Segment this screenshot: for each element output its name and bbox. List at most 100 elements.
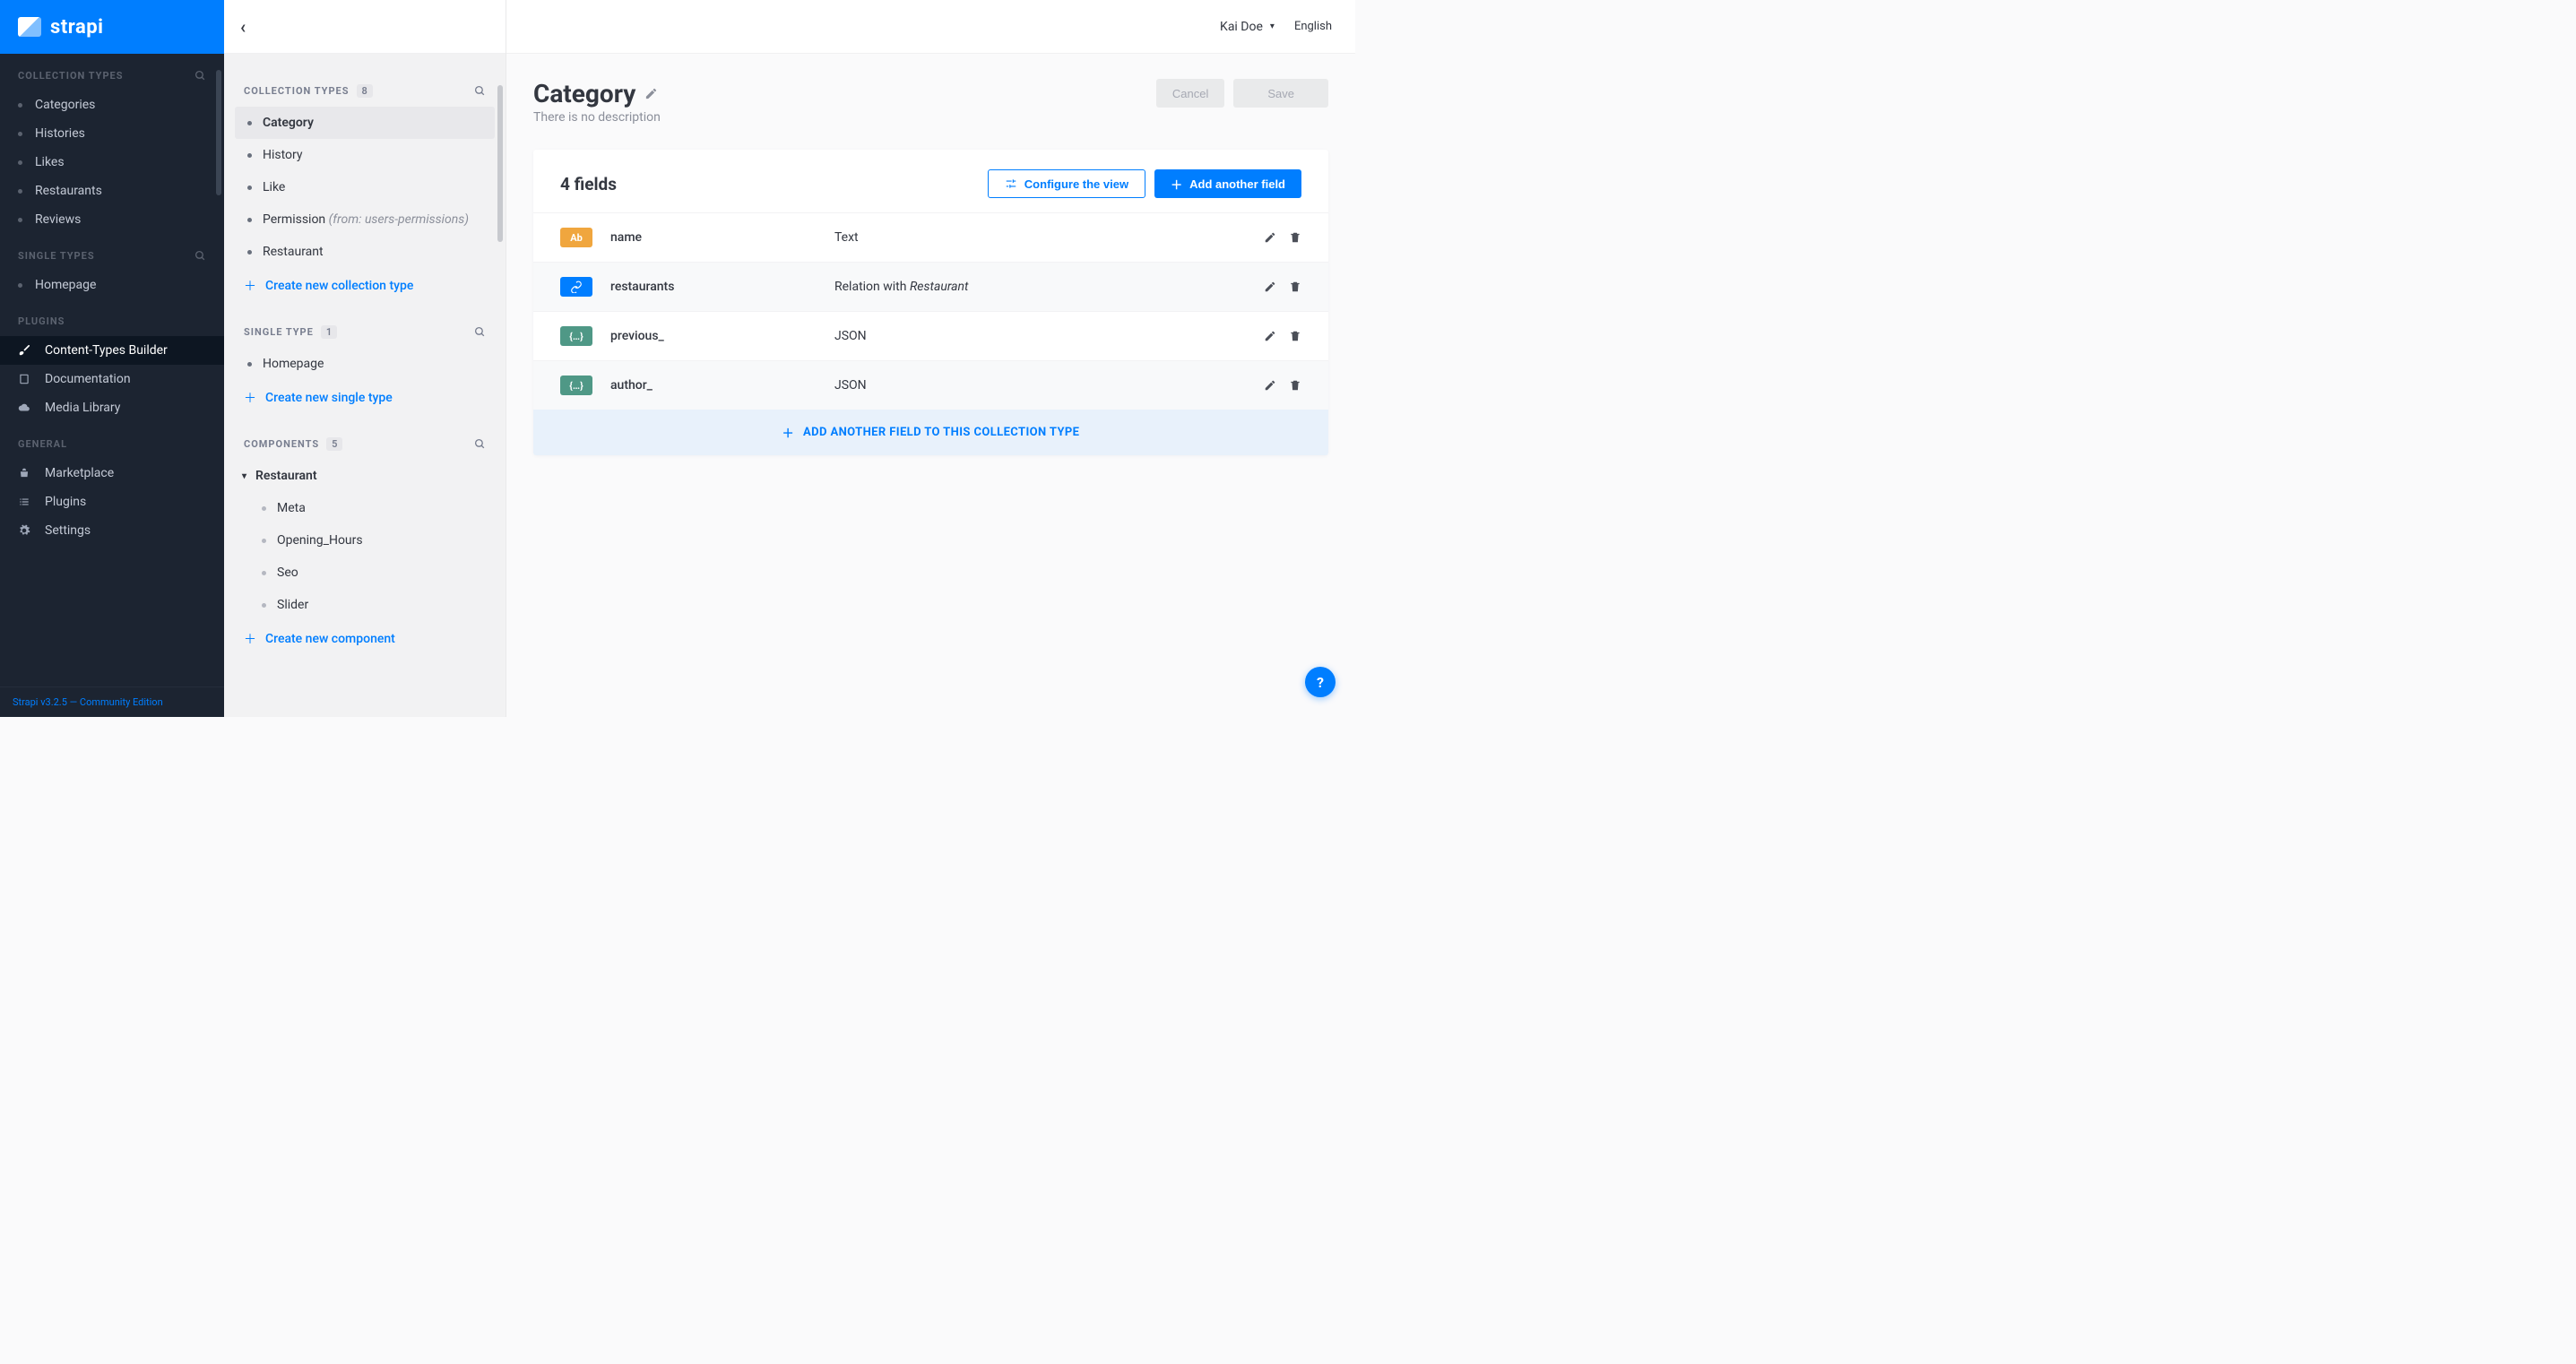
edit-field-icon[interactable] <box>1264 379 1276 392</box>
plus-icon: ＋ <box>1171 176 1182 193</box>
component-item-label: Opening_Hours <box>277 533 363 548</box>
type-item-restaurant[interactable]: Restaurant <box>235 236 495 268</box>
create-single-type-button[interactable]: ＋ Create new single type <box>235 380 495 416</box>
field-name: name <box>610 230 834 245</box>
cloud-icon <box>18 401 32 414</box>
delete-field-icon[interactable] <box>1289 281 1301 293</box>
delete-field-icon[interactable] <box>1289 379 1301 392</box>
collection-types-header: COLLECTION TYPES <box>0 54 224 91</box>
sidebar-item-label: Histories <box>35 126 85 141</box>
add-field-banner[interactable]: ＋ ADD ANOTHER FIELD TO THIS COLLECTION T… <box>533 410 1328 455</box>
sidebar-item-histories[interactable]: Histories <box>0 119 224 148</box>
general-header: GENERAL <box>0 422 224 459</box>
scrollbar[interactable] <box>497 85 503 242</box>
type-item-history[interactable]: History <box>235 139 495 171</box>
field-name: author_ <box>610 378 834 393</box>
group-count-badge: 8 <box>357 84 373 98</box>
sidebar-item-label: Settings <box>45 523 91 538</box>
field-name: restaurants <box>610 280 834 294</box>
component-item-meta[interactable]: Meta <box>235 492 495 524</box>
field-type-badge-relation <box>560 277 592 297</box>
strapi-logo-icon <box>18 17 41 37</box>
field-type: Relation with Restaurant <box>834 280 1264 294</box>
group-title: COLLECTION TYPES <box>244 85 350 97</box>
sliders-icon <box>1005 177 1017 190</box>
type-item-permission[interactable]: Permission (from: users-permissions) <box>235 203 495 236</box>
user-menu[interactable]: Kai Doe ▾ <box>1220 20 1275 34</box>
fields-card: 4 fields Configure the view ＋ Add anothe… <box>533 150 1328 455</box>
sidebar-item-likes[interactable]: Likes <box>0 148 224 177</box>
search-icon[interactable] <box>194 70 206 82</box>
logo-bar[interactable]: strapi <box>0 0 224 54</box>
type-item-from: (from: users-permissions) <box>329 212 469 227</box>
caret-down-icon: ▾ <box>1270 22 1275 31</box>
plus-icon: ＋ <box>244 277 256 295</box>
create-component-button[interactable]: ＋Create new component <box>235 621 495 657</box>
component-item-label: Slider <box>277 598 308 612</box>
sidebar-item-restaurants[interactable]: Restaurants <box>0 177 224 205</box>
sidebar-item-marketplace[interactable]: Marketplace <box>0 459 224 488</box>
field-row: {…} author_ JSON <box>533 360 1328 410</box>
sidebar-item-content-types-builder[interactable]: Content-Types Builder <box>0 336 224 365</box>
add-field-button[interactable]: ＋ Add another field <box>1154 169 1301 198</box>
sidebar-item-reviews[interactable]: Reviews <box>0 205 224 234</box>
component-item-slider[interactable]: Slider <box>235 589 495 621</box>
cancel-button[interactable]: Cancel <box>1156 79 1224 108</box>
component-group-restaurant[interactable]: ▾Restaurant <box>235 460 495 492</box>
sidebar-item-label: Plugins <box>45 495 86 509</box>
type-item-like[interactable]: Like <box>235 171 495 203</box>
edit-field-icon[interactable] <box>1264 231 1276 244</box>
plus-icon: ＋ <box>782 424 794 441</box>
sidebar-item-settings[interactable]: Settings <box>0 516 224 545</box>
button-label: Configure the view <box>1024 177 1128 191</box>
type-item-label: Like <box>263 180 285 194</box>
book-icon <box>18 373 32 385</box>
search-icon[interactable] <box>194 250 206 262</box>
back-chevron-icon[interactable]: ‹ <box>240 16 246 38</box>
sidebar-item-categories[interactable]: Categories <box>0 91 224 119</box>
edit-title-icon[interactable] <box>644 87 658 100</box>
sidebar-item-media-library[interactable]: Media Library <box>0 393 224 422</box>
component-item-label: Meta <box>277 501 306 515</box>
fields-count: 4 fields <box>560 174 617 194</box>
scrollbar[interactable] <box>216 70 221 195</box>
collection-types-group-header: COLLECTION TYPES 8 <box>235 63 495 107</box>
edit-field-icon[interactable] <box>1264 281 1276 293</box>
delete-field-icon[interactable] <box>1289 330 1301 342</box>
single-type-group-header: SINGLE TYPE 1 <box>235 304 495 348</box>
version-footer[interactable]: Strapi v3.2.5 — Community Edition <box>0 686 224 717</box>
sidebar-item-homepage[interactable]: Homepage <box>0 271 224 299</box>
sidebar-item-label: Media Library <box>45 401 120 415</box>
help-button[interactable]: ? <box>1305 667 1336 697</box>
main-content: Category There is no description Cancel … <box>506 54 1355 717</box>
type-item-homepage[interactable]: Homepage <box>235 348 495 380</box>
type-item-label: Permission <box>263 212 325 227</box>
save-button[interactable]: Save <box>1233 79 1328 108</box>
create-collection-type-button[interactable]: ＋ Create new collection type <box>235 268 495 304</box>
user-name: Kai Doe <box>1220 20 1263 34</box>
search-icon[interactable] <box>474 326 486 338</box>
page-header: Category There is no description Cancel … <box>533 79 1328 125</box>
component-item-seo[interactable]: Seo <box>235 557 495 589</box>
sidebar-item-label: Reviews <box>35 212 81 227</box>
field-row: {…} previous_ JSON <box>533 311 1328 360</box>
plugins-title: PLUGINS <box>18 315 65 327</box>
component-item-opening-hours[interactable]: Opening_Hours <box>235 524 495 557</box>
plus-icon: ＋ <box>244 389 256 407</box>
sidebar-item-label: Documentation <box>45 372 131 386</box>
type-item-category[interactable]: Category <box>235 107 495 139</box>
language-selector[interactable]: English <box>1294 20 1332 33</box>
search-icon[interactable] <box>474 438 486 450</box>
sidebar-item-documentation[interactable]: Documentation <box>0 365 224 393</box>
gear-icon <box>18 524 32 537</box>
add-label: Create new single type <box>265 391 393 405</box>
field-row: Ab name Text <box>533 212 1328 262</box>
delete-field-icon[interactable] <box>1289 231 1301 244</box>
configure-view-button[interactable]: Configure the view <box>988 169 1145 198</box>
add-label: Create new collection type <box>265 279 413 293</box>
search-icon[interactable] <box>474 85 486 97</box>
sidebar-item-plugins[interactable]: Plugins <box>0 488 224 516</box>
banner-label: ADD ANOTHER FIELD TO THIS COLLECTION TYP… <box>803 426 1079 439</box>
group-title: COMPONENTS <box>244 438 319 450</box>
edit-field-icon[interactable] <box>1264 330 1276 342</box>
